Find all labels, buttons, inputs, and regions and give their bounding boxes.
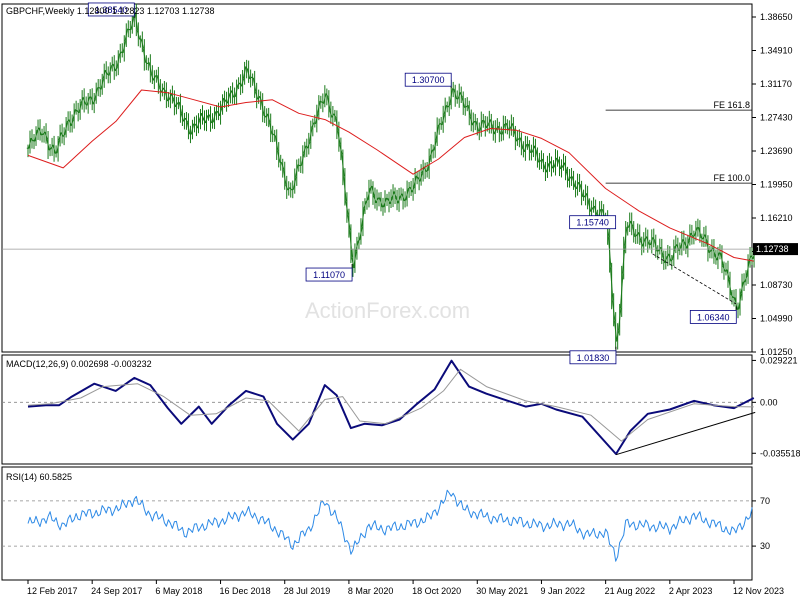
fib-level-label: FE 161.8 <box>713 100 750 110</box>
x-tick-label: 12 Nov 2023 <box>733 586 784 596</box>
chart-canvas: FE 161.8FE 100.01.385401.307001.110701.1… <box>0 0 800 600</box>
x-tick-label: 2 Apr 2023 <box>669 586 713 596</box>
moving-average-line <box>28 90 754 261</box>
macd-tick-label: 0.029221 <box>760 355 798 365</box>
candle-body <box>693 235 695 236</box>
candle-body <box>251 77 253 78</box>
x-tick-label: 8 Mar 2020 <box>348 586 394 596</box>
macd-series-line <box>28 361 754 454</box>
x-tick-label: 24 Sep 2017 <box>91 586 142 596</box>
annotation-label: 1.11070 <box>313 270 345 280</box>
fib-level-label: FE 100.0 <box>713 173 750 183</box>
rsi-panel <box>2 490 752 561</box>
x-tick-label: 12 Feb 2017 <box>27 586 78 596</box>
rsi-panel-title: RSI(14) 60.5825 <box>6 472 72 482</box>
y-tick-label: 1.16210 <box>760 213 793 223</box>
annotation-label: 1.01830 <box>577 353 610 363</box>
candle-body <box>280 162 282 163</box>
annotation-label: 1.06340 <box>697 312 730 322</box>
y-tick-label: 1.19950 <box>760 179 793 189</box>
panel-frame-2 <box>2 467 752 580</box>
candle-body <box>41 134 43 135</box>
rsi-tick-label: 70 <box>760 496 770 506</box>
candle-body <box>426 170 428 172</box>
y-tick-label: 1.34910 <box>760 45 793 55</box>
x-tick-label: 28 Jul 2019 <box>284 586 331 596</box>
y-tick-label: 1.04990 <box>760 313 793 323</box>
y-tick-label: 1.38650 <box>760 12 793 22</box>
candle-body <box>464 107 466 108</box>
macd-trend-line <box>616 412 755 454</box>
forex-chart: FE 161.8FE 100.01.385401.307001.110701.1… <box>0 0 800 600</box>
macd-tick-label: -0.035518 <box>760 448 800 458</box>
macd-panel <box>2 361 755 455</box>
watermark: ActionForex.com <box>305 298 470 323</box>
macd-tick-label: 0.00 <box>760 397 778 407</box>
y-tick-label: 1.23690 <box>760 146 793 156</box>
candle-body <box>452 89 454 90</box>
candle-body <box>292 189 294 190</box>
macd-panel-title: MACD(12,26,9) 0.002698 -0.003232 <box>6 359 152 369</box>
x-tick-label: 18 Oct 2020 <box>412 586 461 596</box>
x-tick-label: 9 Jan 2022 <box>540 586 585 596</box>
current-price-label: 1.12738 <box>756 244 789 254</box>
grid-layer <box>2 4 752 580</box>
candle-body <box>737 309 739 310</box>
candle-body <box>55 153 57 154</box>
annotation-label: 1.15740 <box>576 218 609 228</box>
annotation-label: 1.30700 <box>412 75 445 85</box>
x-tick-label: 30 May 2021 <box>476 586 528 596</box>
x-tick-label: 6 May 2018 <box>155 586 202 596</box>
y-tick-label: 1.27430 <box>760 112 793 122</box>
candle-body <box>530 152 532 153</box>
rsi-tick-label: 30 <box>760 541 770 551</box>
x-tick-label: 21 Aug 2022 <box>605 586 656 596</box>
x-tick-label: 16 Dec 2018 <box>220 586 271 596</box>
y-tick-label: 1.31170 <box>760 79 792 89</box>
y-tick-label: 1.08730 <box>760 280 793 290</box>
price-panel-title: GBPCHF,Weekly 1.12800 1.12823 1.12703 1.… <box>6 6 214 16</box>
